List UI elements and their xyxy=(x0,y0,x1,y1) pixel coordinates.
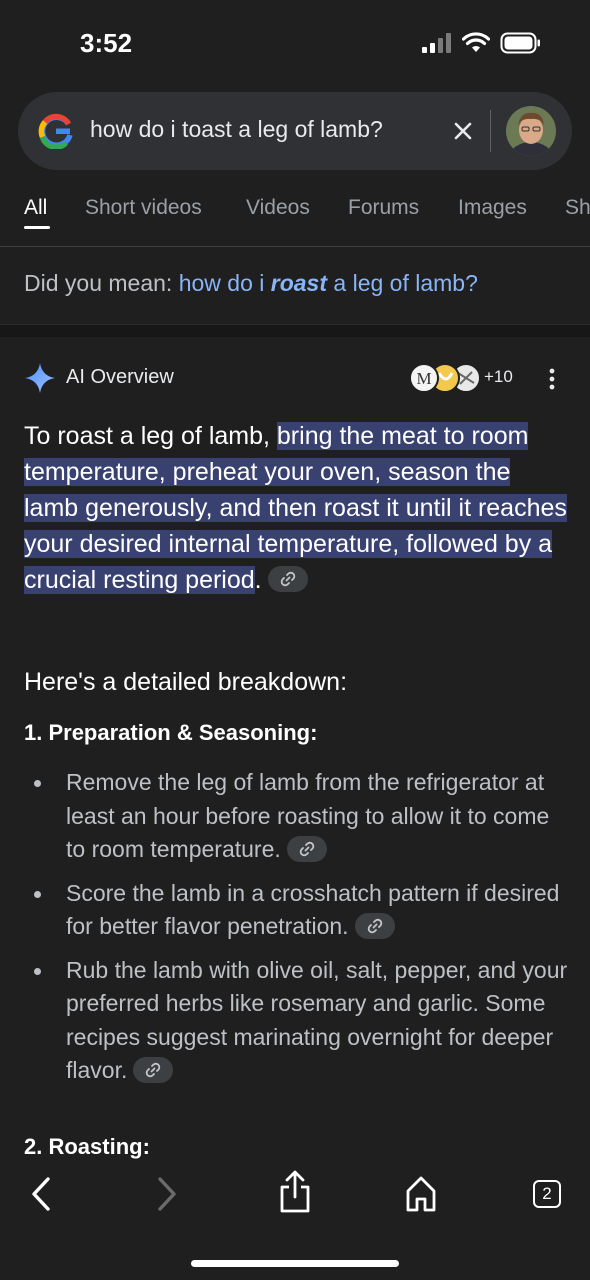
forward-icon[interactable] xyxy=(152,1174,180,1214)
clock: 3:52 xyxy=(80,28,133,58)
did-you-mean: Did you mean: how do i roast a leg of la… xyxy=(24,270,478,297)
share-icon[interactable] xyxy=(278,1170,312,1214)
svg-text:M: M xyxy=(416,369,431,388)
source-link-button[interactable] xyxy=(354,912,395,939)
active-tab-indicator xyxy=(24,226,50,229)
status-bar: 3:52 xyxy=(0,0,590,88)
home-indicator xyxy=(191,1260,399,1267)
link-icon xyxy=(146,1062,161,1078)
did-you-mean-label: Did you mean: xyxy=(24,270,179,296)
divider xyxy=(490,110,491,152)
list-item: Rub the lamb with olive oil, salt, peppe… xyxy=(24,954,569,1088)
back-icon[interactable] xyxy=(28,1174,56,1214)
tab-short-videos[interactable]: Short videos xyxy=(85,196,202,220)
link-icon xyxy=(367,918,382,934)
breakdown-heading: Here's a detailed breakdown: xyxy=(24,668,348,696)
avatar[interactable] xyxy=(506,106,556,156)
tab-shopping[interactable]: Sh xyxy=(565,196,590,220)
list-item: Score the lamb in a crosshatch pattern i… xyxy=(24,877,569,944)
link-icon xyxy=(299,841,314,857)
source-link-button[interactable] xyxy=(267,566,308,593)
battery-icon xyxy=(500,32,540,54)
section-heading: 2. Roasting: xyxy=(24,1134,150,1159)
section-separator xyxy=(0,324,590,337)
suggestion-link[interactable]: how do i roast a leg of lamb? xyxy=(179,270,478,296)
search-tabs: All Short videos Videos Forums Images Sh xyxy=(0,190,590,247)
sparkle-icon xyxy=(25,363,55,393)
link-icon xyxy=(280,572,295,587)
browser-toolbar: 2 xyxy=(0,1160,590,1240)
ai-overview-title: AI Overview xyxy=(66,366,174,388)
list-item: Remove the leg of lamb from the refriger… xyxy=(24,766,569,867)
source-count[interactable]: +10 xyxy=(484,367,513,387)
ai-summary: To roast a leg of lamb, bring the meat t… xyxy=(24,422,567,594)
source-favicons[interactable]: M xyxy=(408,361,484,395)
search-bar[interactable]: how do i toast a leg of lamb? xyxy=(18,92,572,170)
tab-forums[interactable]: Forums xyxy=(348,196,419,220)
close-icon[interactable] xyxy=(446,114,480,148)
tab-all[interactable]: All xyxy=(24,196,47,220)
preparation-list: Remove the leg of lamb from the refriger… xyxy=(24,766,569,1098)
section-heading: 1. Preparation & Seasoning: xyxy=(24,720,318,745)
wifi-icon xyxy=(462,32,490,52)
source-link-button[interactable] xyxy=(286,835,327,862)
tab-images[interactable]: Images xyxy=(458,196,527,220)
ai-overview-header: AI Overview M +10 xyxy=(24,360,564,394)
search-input[interactable]: how do i toast a leg of lamb? xyxy=(90,116,383,143)
tab-videos[interactable]: Videos xyxy=(246,196,310,220)
home-icon[interactable] xyxy=(404,1174,438,1214)
google-logo-icon xyxy=(38,113,73,149)
source-link-button[interactable] xyxy=(133,1056,174,1083)
cellular-signal-icon xyxy=(422,33,451,53)
more-options-icon[interactable] xyxy=(546,368,558,390)
tabs-button[interactable]: 2 xyxy=(533,1180,561,1208)
